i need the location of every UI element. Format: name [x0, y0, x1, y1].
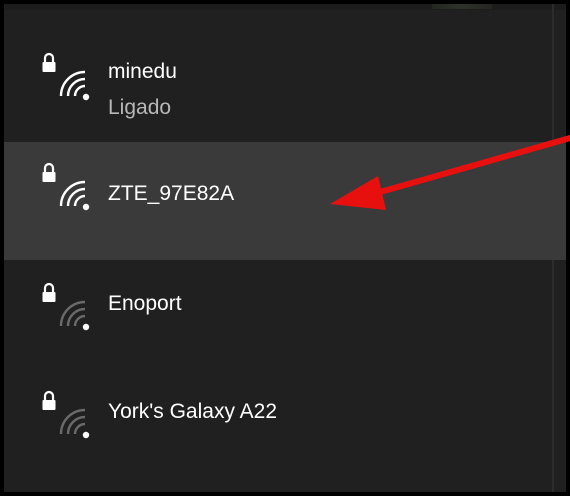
wifi-secured-icon [37, 50, 93, 102]
background-artifact [432, 4, 492, 9]
wifi-secured-icon [37, 160, 93, 212]
wifi-secured-weak-icon [37, 280, 93, 332]
network-ssid: ZTE_97E82A [108, 182, 235, 205]
network-item-minedu[interactable]: minedu Ligado [4, 34, 566, 142]
network-item-enoport[interactable]: Enoport [4, 260, 566, 368]
network-item-yorks-galaxy-a22[interactable]: York's Galaxy A22 [4, 368, 566, 476]
network-status: Ligado [108, 96, 172, 119]
network-item-zte-97e82a[interactable]: ZTE_97E82A [4, 142, 566, 260]
wifi-secured-weak-icon [37, 388, 93, 440]
network-ssid: York's Galaxy A22 [108, 400, 277, 423]
panel-top-strip [4, 4, 566, 10]
network-ssid: minedu [108, 60, 177, 83]
network-ssid: Enoport [108, 292, 182, 315]
wifi-network-panel: minedu Ligado ZTE_97E82A Enoport York's … [0, 0, 570, 496]
